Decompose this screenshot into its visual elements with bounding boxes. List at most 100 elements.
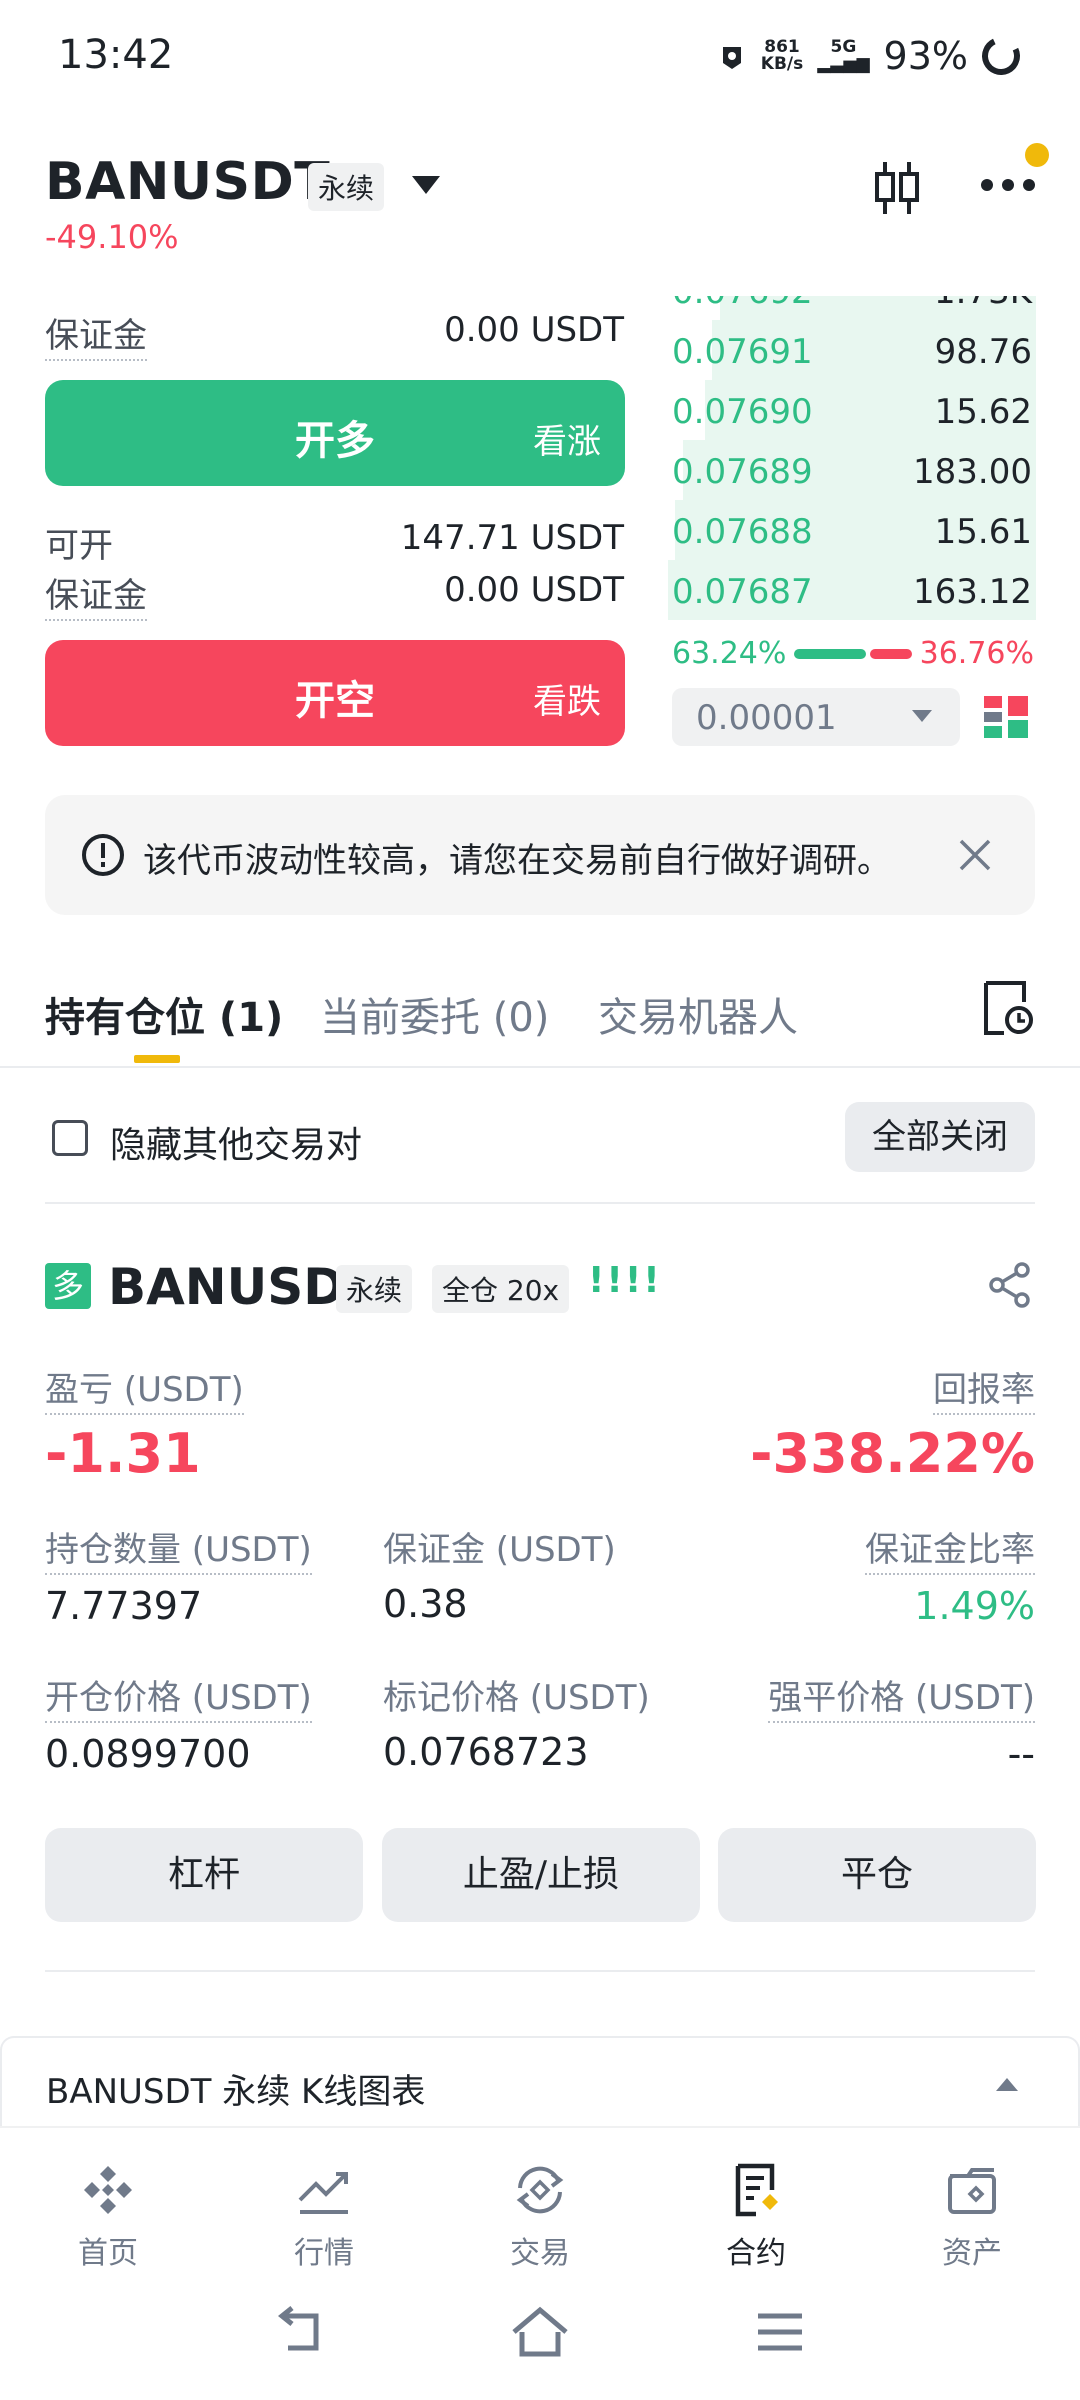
margin-value: 0.38	[383, 1582, 468, 1626]
open-long-button[interactable]: 开多 看涨	[45, 380, 625, 486]
pair-title[interactable]: BANUSDT	[45, 152, 330, 212]
margin2-value: 0.00 USDT	[444, 570, 624, 610]
liquidation-price-label[interactable]: 强平价格 (USDT)	[768, 1670, 1035, 1723]
net-speed: 861 KB/s	[760, 37, 804, 74]
roe-label[interactable]: 回报率	[933, 1362, 1035, 1415]
position-side-badge: 多	[45, 1263, 91, 1309]
share-icon[interactable]	[988, 1262, 1032, 1308]
notice-text: 该代币波动性较高，请您在交易前自行做好调研。	[143, 841, 891, 881]
tab-active-indicator	[134, 1055, 180, 1063]
nav-assets-label: 资产	[942, 2236, 1002, 2271]
nav-assets[interactable]: 资产	[864, 2128, 1080, 2278]
pnl-label[interactable]: 盈亏 (USDT)	[45, 1362, 244, 1415]
contract-type-tag: 永续	[308, 163, 385, 211]
size-label[interactable]: 持仓数量 (USDT)	[45, 1522, 312, 1575]
kline-chart-toggle[interactable]: BANUSDT 永续 K线图表	[0, 2036, 1080, 2132]
order-book-row[interactable]: 0.07691 98.76	[668, 320, 1036, 380]
trend-chart-icon	[298, 2172, 348, 2214]
position-margin-mode[interactable]: 全仓 20x	[432, 1265, 570, 1313]
tab-open-orders[interactable]: 当前委托 (0)	[320, 985, 549, 1043]
sell-ratio: 36.76%	[919, 636, 1034, 671]
binance-logo-icon	[84, 2166, 132, 2214]
order-book-row[interactable]: 0.07690 15.62	[668, 380, 1036, 440]
tabs-divider	[0, 1066, 1080, 1068]
buy-ratio-bar	[794, 649, 866, 659]
hide-other-pairs-label[interactable]: 隐藏其他交易对	[110, 1116, 362, 1168]
notification-dot	[1025, 143, 1049, 167]
order-book-price: 0.07692	[672, 296, 813, 312]
status-icons: 861 KB/s 5G ▂▃▅▆ 93%	[717, 30, 1026, 82]
precision-select[interactable]: 0.00001	[672, 688, 960, 746]
margin-value: 0.00 USDT	[444, 310, 624, 350]
history-icon[interactable]	[980, 980, 1034, 1036]
open-short-sub: 看跌	[533, 682, 601, 722]
order-book-price: 0.07687	[672, 572, 813, 612]
sell-ratio-bar	[870, 649, 912, 659]
mark-price-label: 标记价格 (USDT)	[383, 1678, 650, 1718]
nav-markets[interactable]: 行情	[216, 2128, 432, 2278]
size-value: 7.77397	[45, 1584, 203, 1628]
battery-icon	[976, 31, 1026, 81]
nav-trade-label: 交易	[510, 2236, 570, 2271]
open-short-button[interactable]: 开空 看跌	[45, 640, 625, 746]
nav-markets-label: 行情	[294, 2236, 354, 2271]
network-type: 5G ▂▃▅▆	[817, 37, 870, 74]
chevron-up-icon	[996, 2078, 1018, 2091]
margin2-label[interactable]: 保证金	[45, 568, 147, 621]
margin-label: 保证金 (USDT)	[383, 1530, 616, 1570]
nav-trade[interactable]: 交易	[432, 2128, 648, 2278]
risk-notice: 该代币波动性较高，请您在交易前自行做好调研。	[45, 795, 1035, 915]
position-signal: !!!!	[588, 1260, 662, 1301]
open-long-sub: 看涨	[533, 422, 601, 462]
kline-chart-label: BANUSDT 永续 K线图表	[46, 2072, 426, 2112]
chevron-down-icon	[912, 710, 932, 722]
close-icon[interactable]	[955, 835, 995, 875]
system-nav-bar	[0, 2276, 1080, 2400]
margin-ratio-label[interactable]: 保证金比率	[865, 1522, 1035, 1575]
order-book-price: 0.07691	[672, 332, 813, 372]
nav-futures[interactable]: 合约	[648, 2128, 864, 2278]
price-change: -49.10%	[45, 218, 179, 256]
data-saver-icon	[722, 47, 741, 69]
order-book-row[interactable]: 0.07687 163.12	[668, 560, 1036, 620]
order-book-qty: 183.00	[913, 452, 1032, 492]
margin-ratio-value: 1.49%	[914, 1584, 1035, 1628]
margin-label[interactable]: 保证金	[45, 308, 147, 361]
tp-sl-button[interactable]: 止盈/止损	[382, 1828, 700, 1922]
status-time: 13:42	[58, 32, 174, 78]
back-icon[interactable]	[270, 2304, 330, 2360]
swap-icon	[516, 2166, 564, 2214]
candlestick-chart-icon[interactable]	[872, 160, 922, 216]
wallet-icon	[948, 2168, 996, 2214]
close-all-button[interactable]: 全部关闭	[845, 1102, 1035, 1172]
close-position-button[interactable]: 平仓	[718, 1828, 1036, 1922]
futures-contract-icon	[735, 2163, 778, 2217]
divider	[45, 1970, 1035, 1972]
warning-icon	[82, 834, 124, 876]
liquidation-price-value: --	[1007, 1732, 1035, 1776]
order-book-row[interactable]: 0.07689 183.00	[668, 440, 1036, 500]
nav-home-label: 首页	[78, 2236, 138, 2271]
nav-home[interactable]: 首页	[0, 2128, 216, 2278]
mark-price-value: 0.0768723	[383, 1730, 589, 1774]
order-book-layout-icon[interactable]	[984, 694, 1028, 740]
available-value: 147.71 USDT	[400, 518, 624, 558]
tab-trading-bots[interactable]: 交易机器人	[598, 985, 798, 1043]
hide-other-pairs-checkbox[interactable]	[52, 1120, 88, 1156]
menu-icon[interactable]	[750, 2304, 810, 2360]
order-book-qty: 15.61	[934, 512, 1032, 552]
entry-price-value: 0.0899700	[45, 1732, 251, 1776]
available-label: 可开	[45, 526, 113, 566]
order-book-row[interactable]: 0.07688 15.61	[668, 500, 1036, 560]
leverage-button[interactable]: 杠杆	[45, 1828, 363, 1922]
order-book-qty: 163.12	[913, 572, 1032, 612]
order-book-row[interactable]: 0.07692 1.73K	[668, 296, 1036, 320]
tab-positions[interactable]: 持有仓位 (1)	[45, 985, 283, 1043]
entry-price-label[interactable]: 开仓价格 (USDT)	[45, 1670, 312, 1723]
divider	[45, 1202, 1035, 1204]
home-icon[interactable]	[510, 2304, 570, 2360]
chevron-down-icon[interactable]	[412, 176, 440, 194]
order-book: 0.076921.73K0.0769198.760.0769015.620.07…	[668, 296, 1036, 620]
more-icon[interactable]	[980, 178, 1036, 192]
bottom-nav: 首页 行情 交易 合约 资产	[0, 2126, 1080, 2276]
